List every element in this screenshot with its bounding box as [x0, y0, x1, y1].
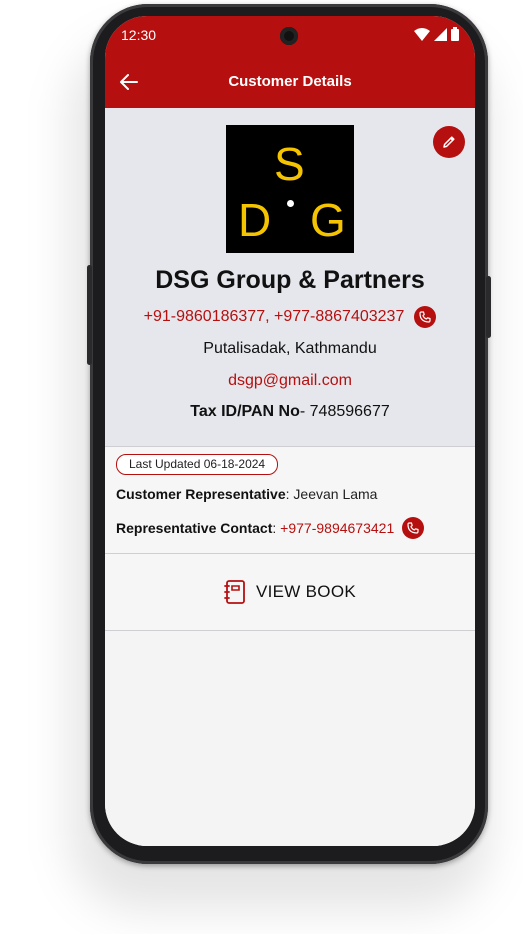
status-time: 12:30: [121, 27, 157, 43]
company-logo: S D G: [226, 125, 354, 253]
company-email[interactable]: dsgp@gmail.com: [105, 372, 475, 390]
volume-button: [87, 265, 92, 365]
company-phones-row: +91-9860186377, +977-8867403237: [105, 306, 475, 328]
empty-content-area: [105, 631, 475, 846]
tax-id-value: 748596677: [309, 403, 390, 420]
customer-header-card: S D G DSG Group & Partners +91-986018637…: [105, 108, 475, 447]
representative-label: Customer Representative: [116, 486, 286, 502]
call-company-button[interactable]: [414, 306, 437, 328]
company-phones[interactable]: +91-9860186377, +977-8867403237: [144, 308, 405, 326]
view-book-label: VIEW BOOK: [256, 582, 356, 601]
company-address: Putalisadak, Kathmandu: [203, 340, 377, 357]
pencil-icon: [443, 136, 455, 148]
battery-icon: [451, 27, 459, 41]
representative-section: Last Updated 06-18-2024 Customer Represe…: [105, 447, 475, 554]
wifi-icon: [414, 27, 430, 41]
representative-contact-label: Representative Contact: [116, 520, 273, 536]
logo-letter-top: S: [274, 138, 305, 190]
representative-name: Jeevan Lama: [293, 486, 378, 502]
status-bar: 12:30: [105, 16, 475, 56]
signal-icon: [434, 27, 447, 41]
page-title: Customer Details: [228, 73, 352, 90]
tax-id-line: Tax ID/PAN No- 748596677: [105, 403, 475, 421]
front-camera: [280, 27, 298, 45]
notebook-icon: [224, 580, 245, 604]
phone-icon: [419, 311, 431, 323]
representative-contact-value[interactable]: +977-9894673421: [280, 520, 394, 536]
app-screen: 12:30 Customer Details S D G DSG Group &…: [105, 16, 475, 846]
representative-contact-line: Representative Contact: +977-9894673421: [116, 517, 425, 539]
app-bar: Customer Details: [105, 56, 475, 108]
power-button: [486, 276, 491, 338]
edit-button[interactable]: [433, 126, 465, 158]
representative-contact-separator: :: [272, 520, 281, 536]
view-book-button[interactable]: VIEW BOOK: [105, 554, 475, 631]
call-representative-button[interactable]: [402, 517, 425, 539]
status-icons: [414, 27, 459, 41]
company-name: DSG Group & Partners: [155, 266, 425, 294]
last-updated-badge: Last Updated 06-18-2024: [116, 454, 279, 475]
tax-id-label: Tax ID/PAN No: [190, 403, 300, 420]
logo-dot: [287, 200, 294, 207]
representative-line: Customer Representative: Jeevan Lama: [116, 486, 377, 502]
logo-letter-right: G: [310, 194, 346, 246]
phone-icon: [407, 522, 419, 534]
tax-id-separator: -: [299, 403, 310, 420]
logo-letter-left: D: [238, 194, 272, 246]
